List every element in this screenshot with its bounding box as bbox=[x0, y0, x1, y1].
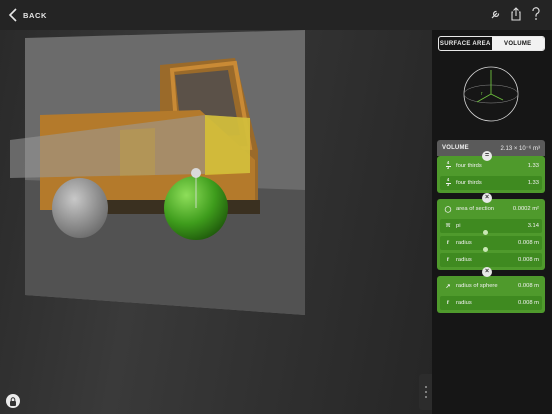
sphere-radius-icon: r bbox=[463, 66, 519, 122]
card-row[interactable]: ↗ radius of sphere 0.008 m bbox=[440, 279, 542, 293]
row-value: 1.33 bbox=[527, 180, 539, 186]
drag-dot bbox=[425, 386, 427, 388]
radius-label: r bbox=[481, 91, 483, 97]
card-row[interactable]: 43 four thirds 1.33 bbox=[440, 159, 542, 173]
circle-section-icon: ◯ bbox=[444, 206, 452, 213]
result-value: 2.13 × 10⁻⁶ m³ bbox=[500, 145, 541, 152]
drag-dot bbox=[425, 396, 427, 398]
card-row[interactable]: 43 four thirds 1.33 bbox=[440, 176, 542, 190]
multiply-operator[interactable]: × bbox=[482, 193, 492, 203]
four-thirds-symbol: 43 bbox=[445, 177, 451, 188]
row-label: pi bbox=[456, 223, 461, 229]
row-label: radius bbox=[456, 257, 472, 263]
four-thirds-symbol: 43 bbox=[445, 160, 451, 171]
wrench-icon[interactable] bbox=[490, 6, 502, 22]
multiply-dot bbox=[483, 230, 488, 235]
four-thirds-card[interactable]: 43 four thirds 1.33 43 four thirds 1.33 bbox=[437, 156, 545, 193]
multiply-operator[interactable]: × bbox=[482, 267, 492, 277]
radius-symbol: r bbox=[446, 257, 450, 263]
back-button[interactable]: BACK bbox=[8, 8, 47, 22]
panel-drag-handle[interactable] bbox=[419, 374, 432, 410]
drag-dot bbox=[425, 391, 427, 393]
row-label: four thirds bbox=[456, 180, 482, 186]
card-row[interactable]: r radius 0.008 m bbox=[440, 236, 542, 250]
card-row[interactable]: r radius 0.008 m bbox=[440, 296, 542, 310]
radius-symbol: r bbox=[446, 240, 450, 246]
lock-icon bbox=[10, 396, 16, 406]
back-label: BACK bbox=[23, 10, 48, 20]
lock-button[interactable] bbox=[6, 394, 20, 408]
chevron-left-icon bbox=[8, 8, 17, 22]
mode-segmented-control: SURFACE AREA VOLUME bbox=[438, 36, 545, 51]
camera-viewport[interactable] bbox=[0, 30, 432, 414]
top-bar: BACK bbox=[0, 0, 552, 30]
volume-tab[interactable]: VOLUME bbox=[491, 37, 544, 50]
row-label: area of section bbox=[456, 206, 495, 212]
row-label: radius bbox=[456, 300, 472, 306]
pi-symbol: π bbox=[445, 223, 451, 229]
sphere-radius-symbol: ↗ bbox=[445, 283, 451, 290]
help-icon[interactable] bbox=[530, 6, 542, 22]
row-label: radius bbox=[456, 240, 472, 246]
result-label: VOLUME bbox=[442, 145, 469, 151]
card-row[interactable]: π pi 3.14 bbox=[440, 219, 542, 233]
row-value: 0.008 m bbox=[518, 283, 539, 289]
equals-operator[interactable]: = bbox=[482, 151, 492, 161]
surface-area-tab[interactable]: SURFACE AREA bbox=[439, 37, 492, 50]
share-icon[interactable] bbox=[510, 6, 522, 22]
card-row[interactable]: r radius 0.008 m bbox=[440, 253, 542, 267]
row-value: 1.33 bbox=[527, 163, 539, 169]
row-value: 0.0002 m² bbox=[512, 206, 539, 212]
row-value: 0.008 m bbox=[518, 300, 539, 306]
row-label: radius of sphere bbox=[456, 283, 498, 289]
area-of-section-card[interactable]: ◯ area of section 0.0002 m² π pi 3.14 r … bbox=[437, 199, 545, 270]
formula-panel: SURFACE AREA VOLUME r VOLUME 2.13 × 10⁻⁶… bbox=[432, 30, 552, 414]
row-value: 0.008 m bbox=[518, 257, 539, 263]
row-label: four thirds bbox=[456, 163, 482, 169]
multiply-dot bbox=[483, 247, 488, 252]
card-row[interactable]: ◯ area of section 0.0002 m² bbox=[440, 202, 542, 216]
radius-of-sphere-card[interactable]: ↗ radius of sphere 0.008 m r radius 0.00… bbox=[437, 276, 545, 313]
radius-symbol: r bbox=[446, 300, 450, 306]
row-value: 0.008 m bbox=[518, 240, 539, 246]
truck-scene bbox=[10, 30, 305, 315]
row-value: 3.14 bbox=[527, 223, 539, 229]
